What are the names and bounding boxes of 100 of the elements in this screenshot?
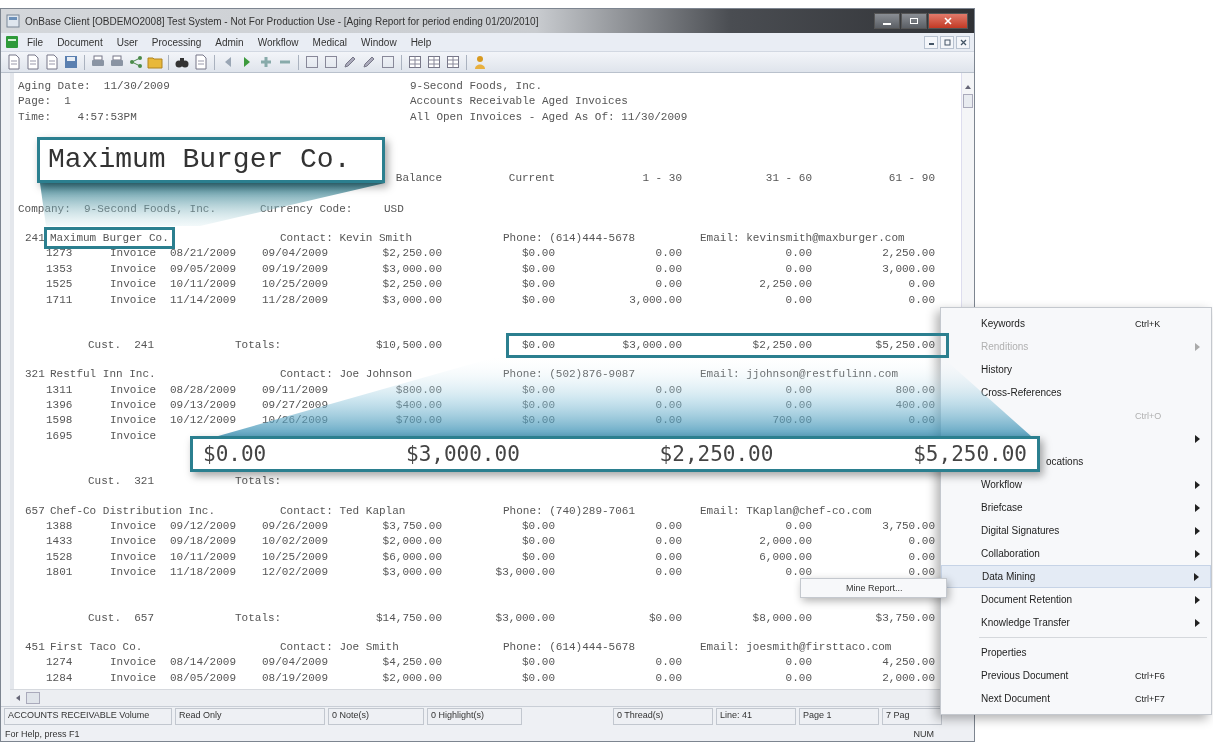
column-header: Balance	[394, 171, 442, 187]
table-cell-text: 3,750.00	[881, 519, 935, 535]
table-cell-text: 11/18/2009	[170, 565, 237, 581]
table-cell-text: Invoice	[110, 246, 158, 262]
table-cell-text: 08/19/2009	[262, 670, 329, 686]
keyboard-indicator: NUM	[913, 728, 934, 739]
column-header: Current	[507, 171, 555, 187]
contact-text: Contact: Joe Johnson	[280, 367, 414, 383]
table-cell-text: 1353	[46, 261, 74, 277]
email-text: Email: jjohnson@restfulinn.com	[700, 367, 900, 383]
table-cell-text: 09/19/2009	[262, 261, 329, 277]
status-field: ACCOUNTS RECEIVABLE Volume	[4, 708, 172, 725]
status-field: 0 Note(s)	[328, 708, 424, 725]
table-cell-text: $5,250.00	[874, 337, 935, 353]
table-cell-text: $3,000.00	[621, 337, 682, 353]
table-cell-text: 1273	[46, 246, 74, 262]
contact-text: Contact: Joe Smith	[280, 640, 400, 655]
table-cell-text: 0.00	[784, 261, 812, 277]
phone-text: Phone: (614)444-5678	[503, 230, 637, 246]
magnified-amount: $0.00	[203, 442, 267, 466]
status-field: 7 Pag	[882, 708, 942, 725]
table-cell-text: 0.00	[907, 292, 935, 308]
table-cell-text: 0.00	[784, 670, 812, 686]
table-cell-text: $3,000.00	[494, 565, 555, 581]
table-cell-text: 0.00	[654, 519, 682, 535]
table-cell-text: 0.00	[654, 261, 682, 277]
table-cell-text: $0.00	[521, 398, 555, 414]
table-cell-text: 0.00	[784, 519, 812, 535]
table-cell-text: Invoice	[110, 382, 158, 398]
table-cell-text: 700.00	[771, 413, 812, 429]
table-cell-text: $6,000.00	[381, 549, 442, 565]
table-cell-text: $10,500.00	[375, 337, 442, 353]
table-cell-text: Invoice	[110, 413, 158, 429]
table-cell-text: 0.00	[654, 534, 682, 550]
table-cell-text: 0.00	[654, 277, 682, 293]
magnified-amount: $3,000.00	[406, 442, 520, 466]
table-cell-text: 1388	[46, 519, 74, 535]
totals-label: Cust. 241	[88, 337, 155, 353]
column-header: 31 - 60	[764, 171, 812, 187]
table-cell-text: $0.00	[521, 413, 555, 429]
table-cell-text: $2,000.00	[381, 670, 442, 686]
table-cell-text: 800.00	[894, 382, 935, 398]
report-title-text: Accounts Receivable Aged Invoices	[410, 94, 629, 110]
table-cell-text: 0.00	[907, 565, 935, 581]
table-cell-text: 09/26/2009	[262, 519, 329, 535]
table-cell-text: Invoice	[110, 565, 158, 581]
phone-text: Phone: (614)444-5678	[503, 640, 637, 655]
table-cell-text: 08/21/2009	[170, 246, 237, 262]
table-cell-text: 0.00	[907, 413, 935, 429]
table-cell-text: 0.00	[654, 413, 682, 429]
status-field: Read Only	[175, 708, 325, 725]
totals-label: Totals:	[235, 610, 283, 626]
table-cell-text: 0.00	[784, 382, 812, 398]
totals-label: Cust. 657	[88, 610, 155, 626]
table-cell-text: 4,250.00	[881, 655, 935, 671]
table-cell-text: 1274	[46, 655, 74, 671]
customer-number: 657	[25, 503, 46, 519]
company-name: 9-Second Foods, Inc.	[84, 201, 218, 217]
email-text: Email: joesmith@firsttaco.com	[700, 640, 893, 655]
table-cell-text: 1284	[46, 670, 74, 686]
report-header-text: Time: 4:57:53PM	[18, 109, 138, 125]
magnified-amount: $2,250.00	[659, 442, 774, 466]
table-cell-text: 0.00	[654, 549, 682, 565]
table-cell-text: Invoice	[110, 534, 158, 550]
status-field: Line: 41	[716, 708, 796, 725]
field-label: Currency Code:	[260, 201, 354, 217]
customer-number: 321	[25, 367, 46, 383]
status-field: 0 Thread(s)	[613, 708, 713, 725]
customer-name: Restful Inn Inc.	[50, 368, 156, 381]
table-cell-text: Invoice	[110, 398, 158, 414]
table-cell-text: 10/25/2009	[262, 277, 329, 293]
totals-label: Totals:	[235, 337, 283, 353]
table-cell-text: 0.00	[907, 534, 935, 550]
table-cell-text: 3,000.00	[628, 292, 682, 308]
table-cell-text: 10/11/2009	[170, 277, 237, 293]
table-cell-text: $0.00	[521, 292, 555, 308]
table-cell-text: 1528	[46, 549, 74, 565]
table-cell-text: $400.00	[394, 398, 442, 414]
table-cell-text: 08/14/2009	[170, 655, 237, 671]
table-cell-text: 10/12/2009	[170, 413, 237, 429]
table-cell-text: $3,000.00	[381, 292, 442, 308]
help-text: For Help, press F1	[5, 728, 80, 739]
table-cell-text: 10/02/2009	[262, 534, 329, 550]
table-cell-text: 1433	[46, 534, 74, 550]
table-cell-text: 0.00	[654, 246, 682, 262]
table-cell-text: $0.00	[521, 655, 555, 671]
table-cell-text: Invoice	[110, 428, 158, 444]
table-cell-text: Invoice	[110, 292, 158, 308]
table-cell-text: 0.00	[784, 398, 812, 414]
table-cell-text: Invoice	[110, 261, 158, 277]
table-cell-text: 0.00	[654, 382, 682, 398]
table-cell-text: 2,000.00	[881, 670, 935, 686]
table-cell-text: 1695	[46, 428, 74, 444]
table-cell-text: $2,250.00	[381, 277, 442, 293]
table-cell-text: Invoice	[110, 655, 158, 671]
table-cell-text: $0.00	[521, 382, 555, 398]
table-cell-text: $8,000.00	[751, 610, 812, 626]
table-cell-text: 2,000.00	[758, 534, 812, 550]
customer-number: 451	[25, 640, 46, 655]
table-cell-text: 0.00	[654, 565, 682, 581]
